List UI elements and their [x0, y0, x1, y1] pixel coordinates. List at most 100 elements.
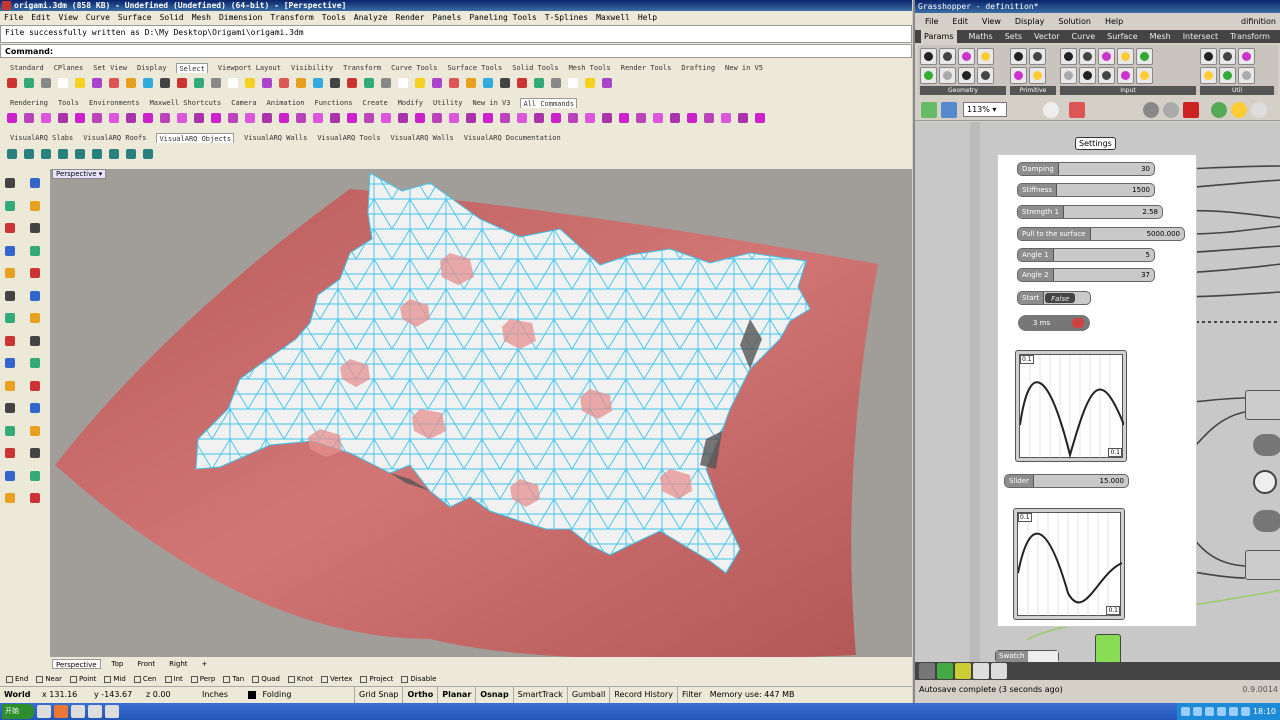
tab-visualarq-documentation[interactable]: VisualARQ Documentation [464, 133, 561, 143]
tab-surface-tools[interactable]: Surface Tools [447, 63, 502, 73]
footer-icon-5[interactable] [991, 663, 1007, 679]
rotate-icon[interactable] [514, 75, 530, 91]
gh-tab-maths[interactable]: Maths [969, 30, 993, 43]
box-icon[interactable] [242, 110, 258, 126]
curve-icon[interactable] [21, 75, 37, 91]
sphere-icon[interactable] [55, 110, 71, 126]
render-icon[interactable] [582, 110, 598, 126]
box-icon[interactable] [38, 110, 54, 126]
box-icon[interactable] [650, 110, 666, 126]
swatch-component[interactable]: Swatch [995, 650, 1059, 662]
join-icon[interactable] [27, 400, 45, 418]
scale-icon[interactable] [89, 146, 105, 162]
record-history-button[interactable]: Record History [609, 686, 677, 703]
tab-create[interactable]: Create [362, 98, 387, 108]
curve-icon[interactable] [429, 75, 445, 91]
start-button[interactable]: 开始 [2, 704, 34, 719]
grid-snap-button[interactable]: Grid Snap [354, 686, 402, 703]
render-icon[interactable] [27, 288, 45, 306]
render-icon[interactable] [27, 423, 45, 441]
osnap-end[interactable]: End [6, 674, 28, 685]
gh-component-icon[interactable] [1029, 48, 1046, 65]
status-units[interactable]: Inches [198, 690, 244, 699]
tab-select[interactable]: Select [176, 63, 208, 73]
component-d[interactable] [1245, 550, 1280, 580]
join-icon[interactable] [752, 110, 768, 126]
gh-tab-params[interactable]: Params [921, 30, 957, 43]
menu-render[interactable]: Render [396, 12, 425, 24]
osnap-checkbox[interactable] [401, 675, 409, 683]
footer-icon-4[interactable] [973, 663, 989, 679]
scale-icon[interactable] [123, 75, 139, 91]
tab-mesh-tools[interactable]: Mesh Tools [569, 63, 611, 73]
gh-menu-file[interactable]: File [925, 14, 938, 29]
gh-component-icon[interactable] [1117, 67, 1134, 84]
scale-icon[interactable] [310, 110, 326, 126]
gh-component-icon[interactable] [1219, 48, 1236, 65]
point-icon[interactable] [191, 110, 207, 126]
sphere-icon[interactable] [72, 75, 88, 91]
gh-component-icon[interactable] [1060, 67, 1077, 84]
status-cplane[interactable]: World [0, 690, 38, 699]
gh-component-icon[interactable] [1200, 48, 1217, 65]
box-icon[interactable] [21, 146, 37, 162]
gh-component-icon[interactable] [958, 48, 975, 65]
tab-all-commands[interactable]: All Commands [520, 98, 578, 108]
tray-icon-4[interactable] [1216, 707, 1226, 716]
slider-value[interactable]: 2.58 [1142, 206, 1162, 218]
start-toggle[interactable]: Start False [1017, 291, 1091, 305]
osnap-quad[interactable]: Quad [252, 674, 280, 685]
move-icon[interactable] [27, 220, 45, 238]
select-icon[interactable] [633, 110, 649, 126]
curve-icon[interactable] [412, 110, 428, 126]
tab-visualarq-slabs[interactable]: VisualARQ Slabs [10, 133, 73, 143]
osnap-checkbox[interactable] [36, 675, 44, 683]
command-line[interactable]: Command: [0, 44, 912, 58]
point-icon[interactable] [599, 110, 615, 126]
gh-component-icon[interactable] [1098, 67, 1115, 84]
osnap-checkbox[interactable] [133, 675, 141, 683]
gh-tab-surface[interactable]: Surface [1107, 30, 1137, 43]
component-b[interactable] [1253, 434, 1280, 456]
box-icon[interactable] [446, 110, 462, 126]
tray-icon-6[interactable] [1240, 707, 1250, 716]
gh-component-icon[interactable] [977, 48, 994, 65]
slider-15[interactable]: Slider 15.000 [1004, 474, 1129, 488]
select-icon[interactable] [225, 110, 241, 126]
gh-component-icon[interactable] [1060, 48, 1077, 65]
trim-icon[interactable] [123, 110, 139, 126]
gh-component-icon[interactable] [939, 48, 956, 65]
menu-file[interactable]: File [4, 12, 23, 24]
scale-icon[interactable] [718, 110, 734, 126]
select-icon[interactable] [4, 146, 20, 162]
tab-animation[interactable]: Animation [267, 98, 305, 108]
select-icon[interactable] [21, 110, 37, 126]
join-icon[interactable] [344, 110, 360, 126]
trim-icon[interactable] [140, 75, 156, 91]
osnap-checkbox[interactable] [223, 675, 231, 683]
tab-curve-tools[interactable]: Curve Tools [391, 63, 437, 73]
preview-component[interactable] [1095, 634, 1121, 662]
move-icon[interactable] [276, 110, 292, 126]
layer-icon[interactable] [582, 75, 598, 91]
rotate-icon[interactable] [497, 110, 513, 126]
join-icon[interactable] [565, 75, 581, 91]
tab-display[interactable]: Display [137, 63, 167, 73]
tab-functions[interactable]: Functions [314, 98, 352, 108]
taskbar-app-2[interactable] [54, 705, 68, 718]
planar-button[interactable]: Planar [437, 686, 475, 703]
sphere-icon[interactable] [259, 110, 275, 126]
scale-icon[interactable] [327, 75, 343, 91]
move-icon[interactable] [293, 75, 309, 91]
taskbar-app-1[interactable] [37, 705, 51, 718]
tab-standard[interactable]: Standard [10, 63, 44, 73]
gh-component-icon[interactable] [920, 48, 937, 65]
slider-damping[interactable]: Damping 30 [1017, 162, 1155, 176]
swatch-color[interactable] [1027, 651, 1058, 662]
gh-component-icon[interactable] [1029, 67, 1046, 84]
gh-component-icon[interactable] [1136, 67, 1153, 84]
osnap-checkbox[interactable] [164, 675, 172, 683]
curve-icon[interactable] [208, 110, 224, 126]
menu-paneling-tools[interactable]: Paneling Tools [469, 12, 536, 24]
tab-visualarq-roofs[interactable]: VisualARQ Roofs [83, 133, 146, 143]
